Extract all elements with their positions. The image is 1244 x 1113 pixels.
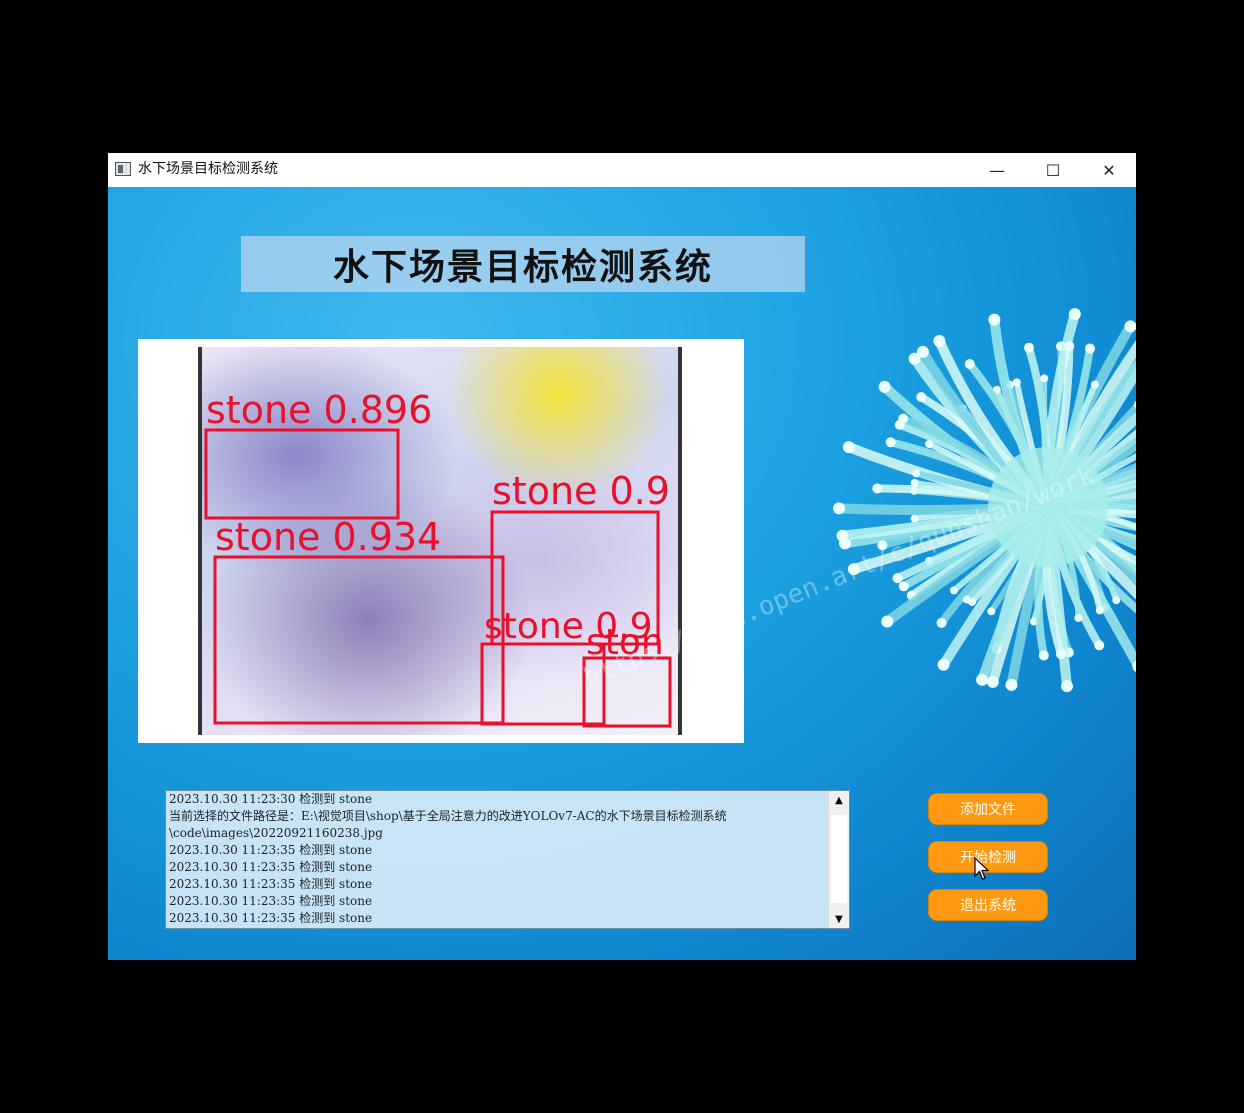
main-panel: 水下场景目标检测系统 stone 0.896 stone 0.9 stone 0… (108, 187, 1136, 960)
log-line: 2023.10.30 11:23:30 检测到 stone (169, 792, 373, 806)
close-button[interactable]: ✕ (1081, 153, 1136, 187)
window-title: 水下场景目标检测系统 (138, 161, 278, 177)
add-file-button[interactable]: 添加文件 (928, 793, 1048, 825)
log-line: 2023.10.30 11:23:35 检测到 stone (169, 843, 373, 857)
log-line: 当前选择的文件路径是：E:\视觉项目\shop\基于全局注意力的改进YOLOv7… (169, 809, 727, 823)
log-scrollbar[interactable]: ▲ ▼ (828, 791, 849, 928)
log-line: 2023.10.30 11:23:35 检测到 stone (169, 894, 373, 908)
maximize-button[interactable]: ☐ (1025, 153, 1081, 187)
mouse-cursor-icon (974, 857, 990, 880)
log-output[interactable]: 2023.10.30 11:23:30 检测到 stone 当前选择的文件路径是：… (165, 790, 850, 929)
scroll-thumb[interactable] (831, 815, 847, 903)
watermark-text: https://mbd.open.art/c/qunshan/work (579, 460, 1099, 693)
scroll-down-arrow-icon[interactable]: ▼ (829, 910, 849, 928)
log-lines: 2023.10.30 11:23:30 检测到 stone 当前选择的文件路径是：… (169, 791, 829, 927)
app-icon (115, 162, 131, 176)
app-window: 水下场景目标检测系统 — ☐ ✕ 水下场景目标检测系统 stone 0.896 … (108, 153, 1136, 960)
title-bar[interactable]: 水下场景目标检测系统 — ☐ ✕ (108, 153, 1136, 187)
log-line: \code\images\20220921160238.jpg (169, 826, 383, 840)
minimize-button[interactable]: — (969, 153, 1025, 187)
exit-system-button[interactable]: 退出系统 (928, 889, 1048, 921)
log-line: 2023.10.30 11:23:35 检测到 stone (169, 877, 373, 891)
log-line: 2023.10.30 11:23:35 检测到 stone (169, 911, 373, 925)
log-line: 2023.10.30 11:23:35 检测到 stone (169, 860, 373, 874)
scroll-up-arrow-icon[interactable]: ▲ (829, 791, 849, 809)
